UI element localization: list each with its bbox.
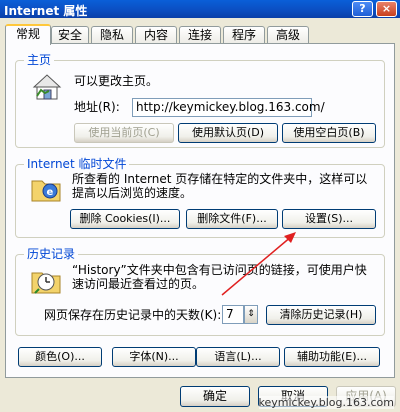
delete-files-button[interactable]: 删除文件(F)... (186, 209, 278, 229)
close-button[interactable]: × (376, 1, 397, 17)
tab-content[interactable]: 内容 (135, 26, 177, 44)
address-input[interactable]: http://keymickey.blog.163.com/ (132, 98, 325, 117)
temp-folder-icon: e (31, 180, 61, 202)
tab-connections[interactable]: 连接 (179, 26, 221, 44)
history-icon (31, 272, 61, 294)
tab-advanced[interactable]: 高级 (267, 26, 309, 44)
help-button[interactable]: ? (352, 1, 373, 17)
history-group: 历史记录 “History”文件夹中包含有已访问页的链接，可使用户快 速访问最近… (15, 247, 385, 336)
tab-privacy[interactable]: 隐私 (91, 26, 133, 44)
tab-general[interactable]: 常规 (5, 24, 51, 45)
settings-button[interactable]: 设置(S)... (282, 209, 376, 229)
title-bar: Internet 属性 ? × (0, 0, 400, 18)
delete-cookies-button[interactable]: 删除 Cookies(I)... (70, 209, 180, 229)
help-icon: ? (359, 2, 366, 15)
temp-files-legend: Internet 临时文件 (24, 157, 130, 171)
use-current-button[interactable]: 使用当前页(C) (74, 123, 174, 143)
history-description-2: 速访问最近查看过的页。 (72, 277, 205, 291)
fonts-button[interactable]: 字体(N)... (112, 347, 196, 367)
temp-files-description-1: 所查看的 Internet 页存储在特定的文件夹中，这样可以 (72, 172, 368, 186)
days-spinner[interactable]: ⇕ (244, 305, 258, 324)
languages-button[interactable]: 语言(L)... (196, 347, 280, 367)
close-icon: × (381, 2, 392, 15)
window-title: Internet 属性 (4, 4, 88, 18)
history-description-1: “History”文件夹中包含有已访问页的链接，可使用户快 (72, 263, 367, 277)
homepage-legend: 主页 (24, 53, 55, 67)
accessibility-button[interactable]: 辅助功能(E)... (284, 347, 380, 367)
days-label: 网页保存在历史记录中的天数(K): (44, 308, 222, 322)
ok-button[interactable]: 确定 (180, 386, 250, 407)
general-panel: 主页 可以更改主页。 地址(R): http://keymickey.blog.… (5, 43, 395, 378)
svg-text:e: e (47, 187, 54, 198)
days-input[interactable]: 7 (222, 305, 244, 324)
watermark: keymickey.blog.163.com (258, 396, 394, 409)
history-legend: 历史记录 (24, 247, 79, 261)
clear-history-button[interactable]: 清除历史记录(H) (266, 305, 376, 325)
tab-security[interactable]: 安全 (51, 26, 89, 44)
homepage-description: 可以更改主页。 (74, 74, 159, 88)
address-label: 地址(R): (74, 100, 120, 114)
homepage-group: 主页 可以更改主页。 地址(R): http://keymickey.blog.… (15, 53, 385, 148)
temp-files-description-2: 提高以后浏览的速度。 (72, 186, 193, 200)
use-blank-button[interactable]: 使用空白页(B) (282, 123, 376, 143)
tab-programs[interactable]: 程序 (223, 26, 265, 44)
use-default-button[interactable]: 使用默认页(D) (178, 123, 278, 143)
home-icon (32, 74, 62, 100)
colors-button[interactable]: 颜色(O)... (18, 347, 102, 367)
temp-files-group: Internet 临时文件 e 所查看的 Internet 页存储在特定的文件夹… (15, 157, 385, 238)
spin-arrows-icon: ⇕ (247, 309, 255, 319)
